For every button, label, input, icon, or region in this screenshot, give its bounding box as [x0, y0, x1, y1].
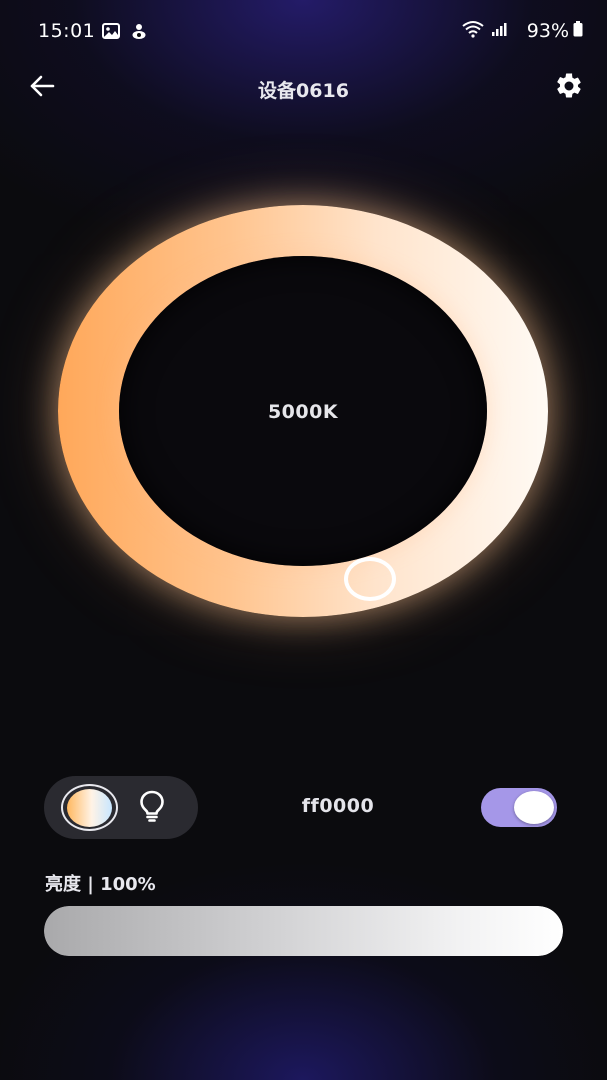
color-temperature-value: 5000K [267, 401, 339, 423]
color-temperature-mode-button[interactable] [61, 784, 118, 831]
wifi-icon [461, 20, 485, 42]
status-time: 15:01 [38, 20, 96, 42]
gear-icon [554, 71, 584, 105]
brightness-label: 亮度 | 100% [45, 874, 156, 895]
power-toggle[interactable] [481, 788, 557, 827]
bulb-icon [137, 789, 167, 827]
brightness-slider[interactable] [44, 906, 563, 956]
settings-button[interactable] [553, 72, 585, 104]
status-left-icons [102, 22, 148, 44]
color-temperature-wheel[interactable]: 5000K [58, 205, 548, 617]
power-toggle-knob [514, 791, 554, 824]
bulb-mode-button[interactable] [132, 788, 172, 828]
device-control-screen: 15:01 93% 设备0616 5000K ff0000 亮度 | 100% [0, 0, 607, 1080]
brightness-slider-fill [44, 906, 563, 956]
notification-icon [130, 22, 148, 44]
page-title: 设备0616 [258, 80, 349, 102]
battery-icon [573, 20, 583, 42]
gallery-icon [102, 23, 120, 43]
status-connectivity [461, 20, 509, 42]
battery-percent: 93% [526, 20, 569, 42]
status-battery: 93% [527, 20, 583, 42]
header: 设备0616 [0, 64, 607, 112]
cct-circle-icon [67, 788, 112, 827]
status-bar: 15:01 93% [0, 0, 607, 64]
mode-switch [44, 776, 198, 839]
color-temperature-handle[interactable] [344, 557, 396, 601]
signal-icon [491, 21, 509, 41]
color-code-label: ff0000 [301, 795, 375, 817]
